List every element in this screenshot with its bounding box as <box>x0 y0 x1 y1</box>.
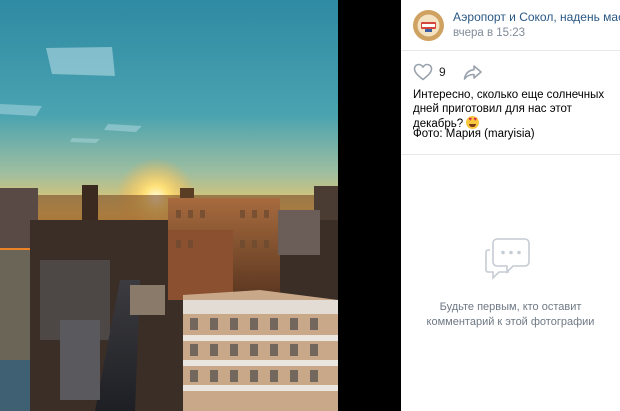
share-arrow-icon <box>463 65 482 80</box>
divider <box>401 50 620 51</box>
like-button[interactable]: 9 <box>413 63 446 81</box>
comments-icon <box>484 238 530 280</box>
sunset-cityscape-image <box>0 0 338 411</box>
empty-comments-line: комментарий к этой фотографии <box>426 316 595 328</box>
community-logo-icon <box>413 9 444 41</box>
post-header: Аэропорт и Сокол, надень маску вчера в 1… <box>401 0 620 50</box>
divider <box>401 154 620 155</box>
photo-credit: Фото: Мария (maryisia) <box>413 128 535 140</box>
post-date[interactable]: вчера в 15:23 <box>453 26 620 40</box>
post-actions: 9 <box>413 63 483 81</box>
photo[interactable] <box>0 0 401 411</box>
author-name-link[interactable]: Аэропорт и Сокол, надень маску <box>453 10 620 25</box>
post-sidebar: Аэропорт и Сокол, надень маску вчера в 1… <box>401 0 620 411</box>
like-count: 9 <box>439 65 446 79</box>
empty-comments: Будьте первым, кто оставит комментарий к… <box>401 236 620 330</box>
share-button[interactable] <box>463 64 483 80</box>
heart-icon <box>413 63 433 81</box>
empty-comments-line: Будьте первым, кто оставит <box>439 301 582 313</box>
empty-comments-text: Будьте первым, кто оставит комментарий к… <box>401 300 620 330</box>
photo-viewer: Аэропорт и Сокол, надень маску вчера в 1… <box>0 0 620 411</box>
post-text: Интересно, сколько еще солнечных дней пр… <box>413 88 618 131</box>
post-text-content: Интересно, сколько еще солнечных дней пр… <box>413 89 605 130</box>
avatar[interactable] <box>413 9 444 41</box>
